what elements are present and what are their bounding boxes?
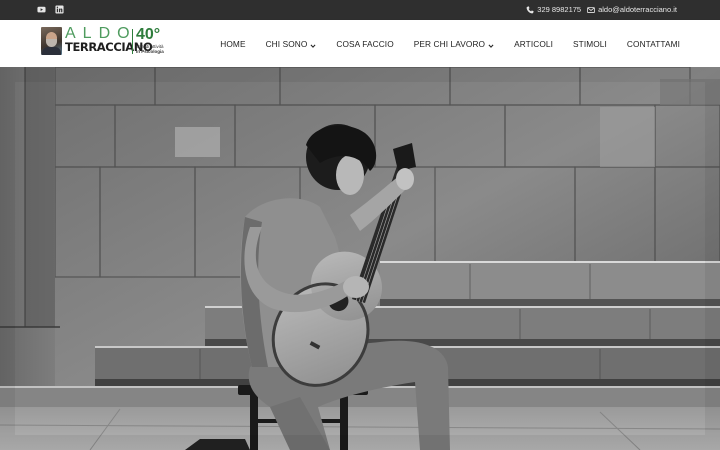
top-bar: 329 8982175 aldo@aldoterracciano.it xyxy=(0,0,720,20)
email-address: aldo@aldoterracciano.it xyxy=(598,5,677,14)
logo-years: 40° xyxy=(136,26,161,43)
nav-contattami[interactable]: CONTATTAMI xyxy=(617,39,680,49)
nav-per-chi-lavoro-label: PER CHI LAVORO xyxy=(413,38,486,49)
hero-image xyxy=(0,67,720,450)
nav-per-chi-lavoro[interactable]: PER CHI LAVORO xyxy=(404,39,504,49)
nav-contattami-label: CONTATTAMI xyxy=(626,38,680,49)
nav-stimoli[interactable]: STIMOLI xyxy=(563,39,617,49)
logo-divider xyxy=(132,29,133,54)
nav-chi-sono-label: CHI SONO xyxy=(265,38,308,49)
nav-chi-sono[interactable]: CHI SONO xyxy=(256,39,327,49)
phone-icon xyxy=(526,5,534,14)
main-nav: HOME CHI SONO COSA FACCIO PER CHI LAVORO… xyxy=(210,20,680,67)
social-links xyxy=(37,5,64,14)
guitarist-photo xyxy=(0,67,720,450)
envelope-icon xyxy=(587,6,595,14)
nav-cosa-faccio-label: COSA FACCIO xyxy=(336,38,394,49)
nav-articoli-label: ARTICOLI xyxy=(514,38,554,49)
logo-portrait xyxy=(41,27,62,55)
site-logo[interactable]: ALDO TERRACCIANO 40° anni di attività in… xyxy=(41,26,171,57)
nav-home-label: HOME xyxy=(220,38,246,49)
nav-stimoli-label: STIMOLI xyxy=(573,38,607,49)
chevron-down-icon xyxy=(488,41,494,48)
chevron-down-icon xyxy=(310,41,316,48)
contact-info: 329 8982175 aldo@aldoterracciano.it xyxy=(526,5,677,14)
youtube-icon[interactable] xyxy=(37,5,46,14)
nav-home[interactable]: HOME xyxy=(210,39,255,49)
phone-number: 329 8982175 xyxy=(537,5,582,14)
phone-link[interactable]: 329 8982175 xyxy=(526,5,581,14)
email-link[interactable]: aldo@aldoterracciano.it xyxy=(587,5,677,14)
site-header: ALDO TERRACCIANO 40° anni di attività in… xyxy=(0,20,720,67)
logo-tagline-line2: in Psicologia xyxy=(136,49,164,54)
linkedin-icon[interactable] xyxy=(55,5,64,14)
nav-cosa-faccio[interactable]: COSA FACCIO xyxy=(326,39,403,49)
nav-articoli[interactable]: ARTICOLI xyxy=(504,39,563,49)
